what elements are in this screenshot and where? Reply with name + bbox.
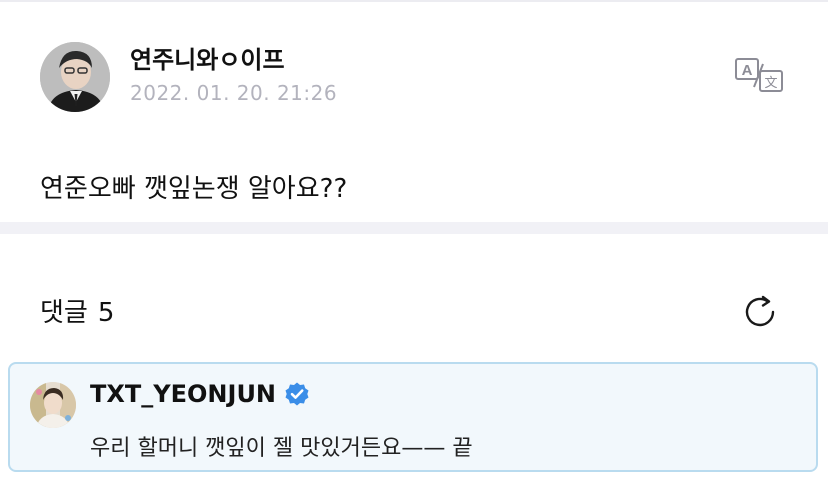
refresh-icon [745,295,775,327]
comments-count: 5 [97,298,115,328]
post-card: 연주니와ㅇ이프 2022. 01. 20. 21:26 A 文 연준오빠 깻잎논… [0,2,828,222]
comment-author-name: TXT_YEONJUN [90,380,277,408]
post-author-avatar[interactable] [40,42,110,112]
comments-header: 댓글 5 [40,292,114,329]
post-date: 2022. 01. 20. 21:26 [130,81,338,105]
comment-author-avatar[interactable] [30,382,76,428]
post-author-name[interactable]: 연주니와ㅇ이프 [130,40,285,75]
avatar-photo-icon [40,42,110,112]
comment-text: 우리 할머니 깻잎이 젤 맛있거든요—— 끝 [90,436,473,461]
section-divider [0,222,828,234]
comments-label: 댓글 [40,298,88,328]
refresh-button[interactable] [740,292,780,332]
translate-icon: A 文 [735,58,783,92]
svg-text:A: A [742,62,753,79]
translate-button[interactable]: A 文 [730,54,788,96]
post-body-text: 연준오빠 깻잎논쟁 알아요?? [40,174,348,204]
verified-badge-icon [284,381,310,407]
svg-text:文: 文 [764,76,777,91]
avatar-photo-icon [30,382,76,428]
highlighted-comment[interactable]: TXT_YEONJUN 우리 할머니 깻잎이 젤 맛있거든요—— 끝 [8,362,818,472]
comment-author[interactable]: TXT_YEONJUN [90,380,310,408]
